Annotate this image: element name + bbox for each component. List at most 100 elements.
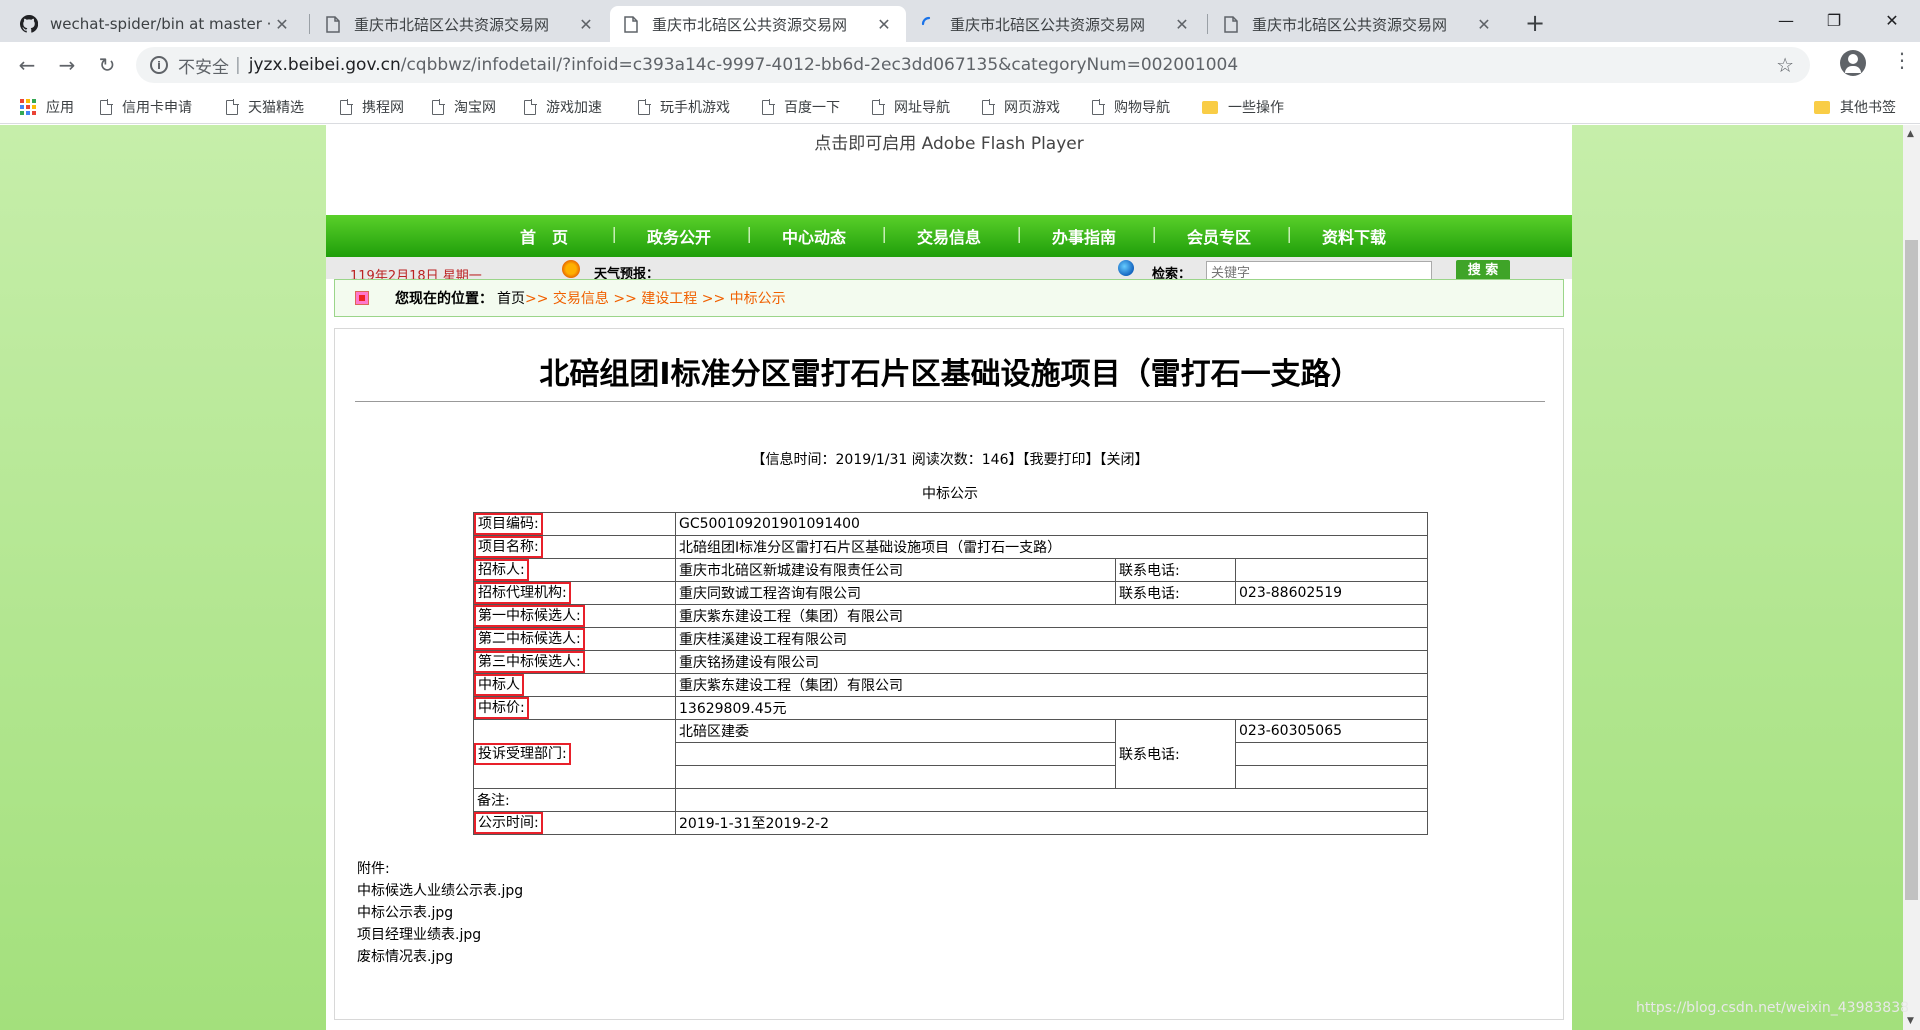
bookmark-item[interactable]: 携程网 [340, 97, 404, 117]
bookmark-label: 网址导航 [894, 100, 950, 116]
tenderer: 重庆市北碚区新城建设有限责任公司 [675, 558, 1116, 582]
menu-icon[interactable]: ⋮ [1892, 48, 1912, 72]
browser-toolbar: ← → ↻ i 不安全 | jyzx.beibei.gov.cn/cqbbwz/… [0, 42, 1920, 88]
table-cell: 项目名称: [473, 535, 676, 559]
table-row: 项目编码: GC50010920190109140​0 [473, 512, 1428, 536]
scroll-up-icon[interactable]: ▲ [1907, 129, 1914, 139]
new-tab-button[interactable]: + [1520, 8, 1550, 38]
attachment-link[interactable]: 中标公示表.jpg [355, 902, 523, 924]
info-icon[interactable]: i [150, 56, 168, 74]
nav-trade-info[interactable]: 交易信息 [882, 224, 1017, 248]
article-title: 北碚组团I标准分区雷打石片区基础设施项目（雷打石一支路） [539, 357, 1361, 392]
search-input[interactable] [1206, 261, 1432, 279]
bookmark-label: 百度一下 [784, 100, 840, 116]
nav-government[interactable]: 政务公开 [612, 224, 747, 248]
bookmark-item[interactable]: 网页游戏 [982, 97, 1060, 117]
bookmark-apps[interactable]: 应用 [20, 97, 74, 117]
field-label: 投诉受理部门: [474, 743, 571, 765]
nav-news[interactable]: 中心动态 [747, 224, 882, 248]
complaint-phone: 023-60305065 [1235, 719, 1428, 743]
complaint-dept: 北碚区建委 [675, 719, 1116, 743]
close-icon[interactable]: ✕ [1474, 14, 1494, 34]
page-icon [1222, 15, 1240, 33]
close-icon[interactable]: ✕ [272, 14, 292, 34]
page-icon [638, 99, 651, 115]
close-icon[interactable]: ✕ [874, 14, 894, 34]
address-separator: | [235, 55, 241, 75]
title-divider [355, 401, 1545, 402]
browser-tab-5[interactable]: 重庆市北碚区公共资源交易网 ✕ [1210, 6, 1506, 42]
tab-title: wechat-spider/bin at master · [50, 15, 272, 33]
table-cell [675, 742, 1116, 766]
table-cell: 招标代理机构: [473, 581, 676, 605]
browser-tab-2[interactable]: 重庆市北碚区公共资源交易网 ✕ [312, 6, 608, 42]
table-cell [675, 765, 1116, 789]
maximize-button[interactable]: ❐ [1804, 0, 1864, 40]
table-cell: 第二中标候选人: [473, 627, 676, 651]
attachment-link[interactable]: 中标候选人业绩公示表.jpg [355, 880, 523, 902]
agency: 重庆同致诚工程咨询有限公司 [675, 581, 1116, 605]
main-nav: 首 页 政务公开 中心动态 交易信息 办事指南 会员专区 资料下载 [326, 215, 1572, 257]
attachment-link[interactable]: 废标情况表.jpg [355, 946, 523, 968]
table-row: 公示时间: 2019-1-31至2019-2-2 [473, 811, 1428, 835]
star-icon[interactable]: ☆ [1776, 53, 1794, 77]
breadcrumb-trail[interactable]: >> 交易信息 >> 建设工程 >> 中标公示 [525, 288, 786, 308]
table-row: 中标人 重庆紫东建设工程（集团）有限公司 [473, 673, 1428, 697]
page-scrollbar[interactable]: ▲ ▼ [1903, 125, 1920, 1030]
page-icon [982, 99, 995, 115]
project-code: GC50010920190109140​0 [675, 512, 1428, 536]
nav-downloads[interactable]: 资料下载 [1287, 224, 1422, 248]
breadcrumb-home[interactable]: 首页 [497, 288, 525, 308]
publicity-period: 2019-1-31至2019-2-2 [675, 811, 1428, 835]
table-row: 招标人: 重庆市北碚区新城建设有限责任公司 联系电话: [473, 558, 1428, 582]
security-label: 不安全 [178, 57, 229, 78]
table-row: 投诉受理部门: 北碚区建委 联系电话: 023-60305065 [473, 719, 1428, 789]
profile-icon[interactable] [1840, 50, 1866, 76]
browser-tab-1[interactable]: wechat-spider/bin at master · ✕ [8, 6, 304, 42]
close-icon[interactable]: ✕ [1172, 14, 1192, 34]
contact-label: 联系电话: [1115, 581, 1236, 605]
field-label: 第二中标候选人: [474, 628, 585, 650]
page-icon [340, 99, 353, 115]
bookmark-item[interactable]: 购物导航 [1092, 97, 1170, 117]
bookmark-item[interactable]: 网址导航 [872, 97, 950, 117]
page-icon [226, 99, 239, 115]
winning-price: 13629809.45元 [675, 696, 1428, 720]
apps-grid-icon [20, 99, 36, 115]
page-icon [324, 15, 342, 33]
nav-guide[interactable]: 办事指南 [1017, 224, 1152, 248]
candidate-1: 重庆紫东建设工程（集团）有限公司 [675, 604, 1428, 628]
field-label: 第三中标候选人: [474, 651, 585, 673]
reload-button[interactable]: ↻ [92, 50, 122, 80]
back-button[interactable]: ← [12, 50, 42, 80]
other-bookmarks[interactable]: 其他书签 [1814, 97, 1896, 117]
bookmark-label: 信用卡申请 [122, 100, 192, 116]
browser-tab-3[interactable]: 重庆市北碚区公共资源交易网 ✕ [610, 6, 906, 42]
scroll-down-icon[interactable]: ▼ [1907, 1016, 1914, 1026]
date-text: 119年2月18日 星期一 [350, 269, 482, 279]
bookmark-item[interactable]: 百度一下 [762, 97, 840, 117]
table-cell: 招标人: [473, 558, 676, 582]
flash-placeholder[interactable]: 点击即可启用 Adobe Flash Player [326, 125, 1572, 213]
close-icon[interactable]: ✕ [576, 14, 596, 34]
nav-members[interactable]: 会员专区 [1152, 224, 1287, 248]
breadcrumb-label: 您现在的位置： [395, 291, 493, 307]
attachment-link[interactable]: 项目经理业绩表.jpg [355, 924, 523, 946]
remark-value [675, 788, 1428, 812]
nav-home[interactable]: 首 页 [477, 224, 612, 248]
bookmark-folder[interactable]: 一些操作 [1202, 97, 1284, 117]
bookmark-item[interactable]: 淘宝网 [432, 97, 496, 117]
search-button[interactable]: 搜 索 [1456, 260, 1510, 279]
bookmark-item[interactable]: 游戏加速 [524, 97, 602, 117]
address-bar[interactable]: i 不安全 | jyzx.beibei.gov.cn/cqbbwz/infode… [136, 47, 1810, 83]
close-window-button[interactable]: ✕ [1862, 0, 1920, 40]
table-row: 第一中标候选人: 重庆紫东建设工程（集团）有限公司 [473, 604, 1428, 628]
bookmark-item[interactable]: 信用卡申请 [100, 97, 192, 117]
bookmark-item[interactable]: 天猫精选 [226, 97, 304, 117]
forward-button[interactable]: → [52, 50, 82, 80]
location-icon [355, 291, 369, 305]
table-cell: 公示时间: [473, 811, 676, 835]
bookmark-item[interactable]: 玩手机游戏 [638, 97, 730, 117]
browser-tab-4[interactable]: 重庆市北碚区公共资源交易网 ✕ [908, 6, 1204, 42]
scrollbar-thumb[interactable] [1905, 240, 1918, 900]
